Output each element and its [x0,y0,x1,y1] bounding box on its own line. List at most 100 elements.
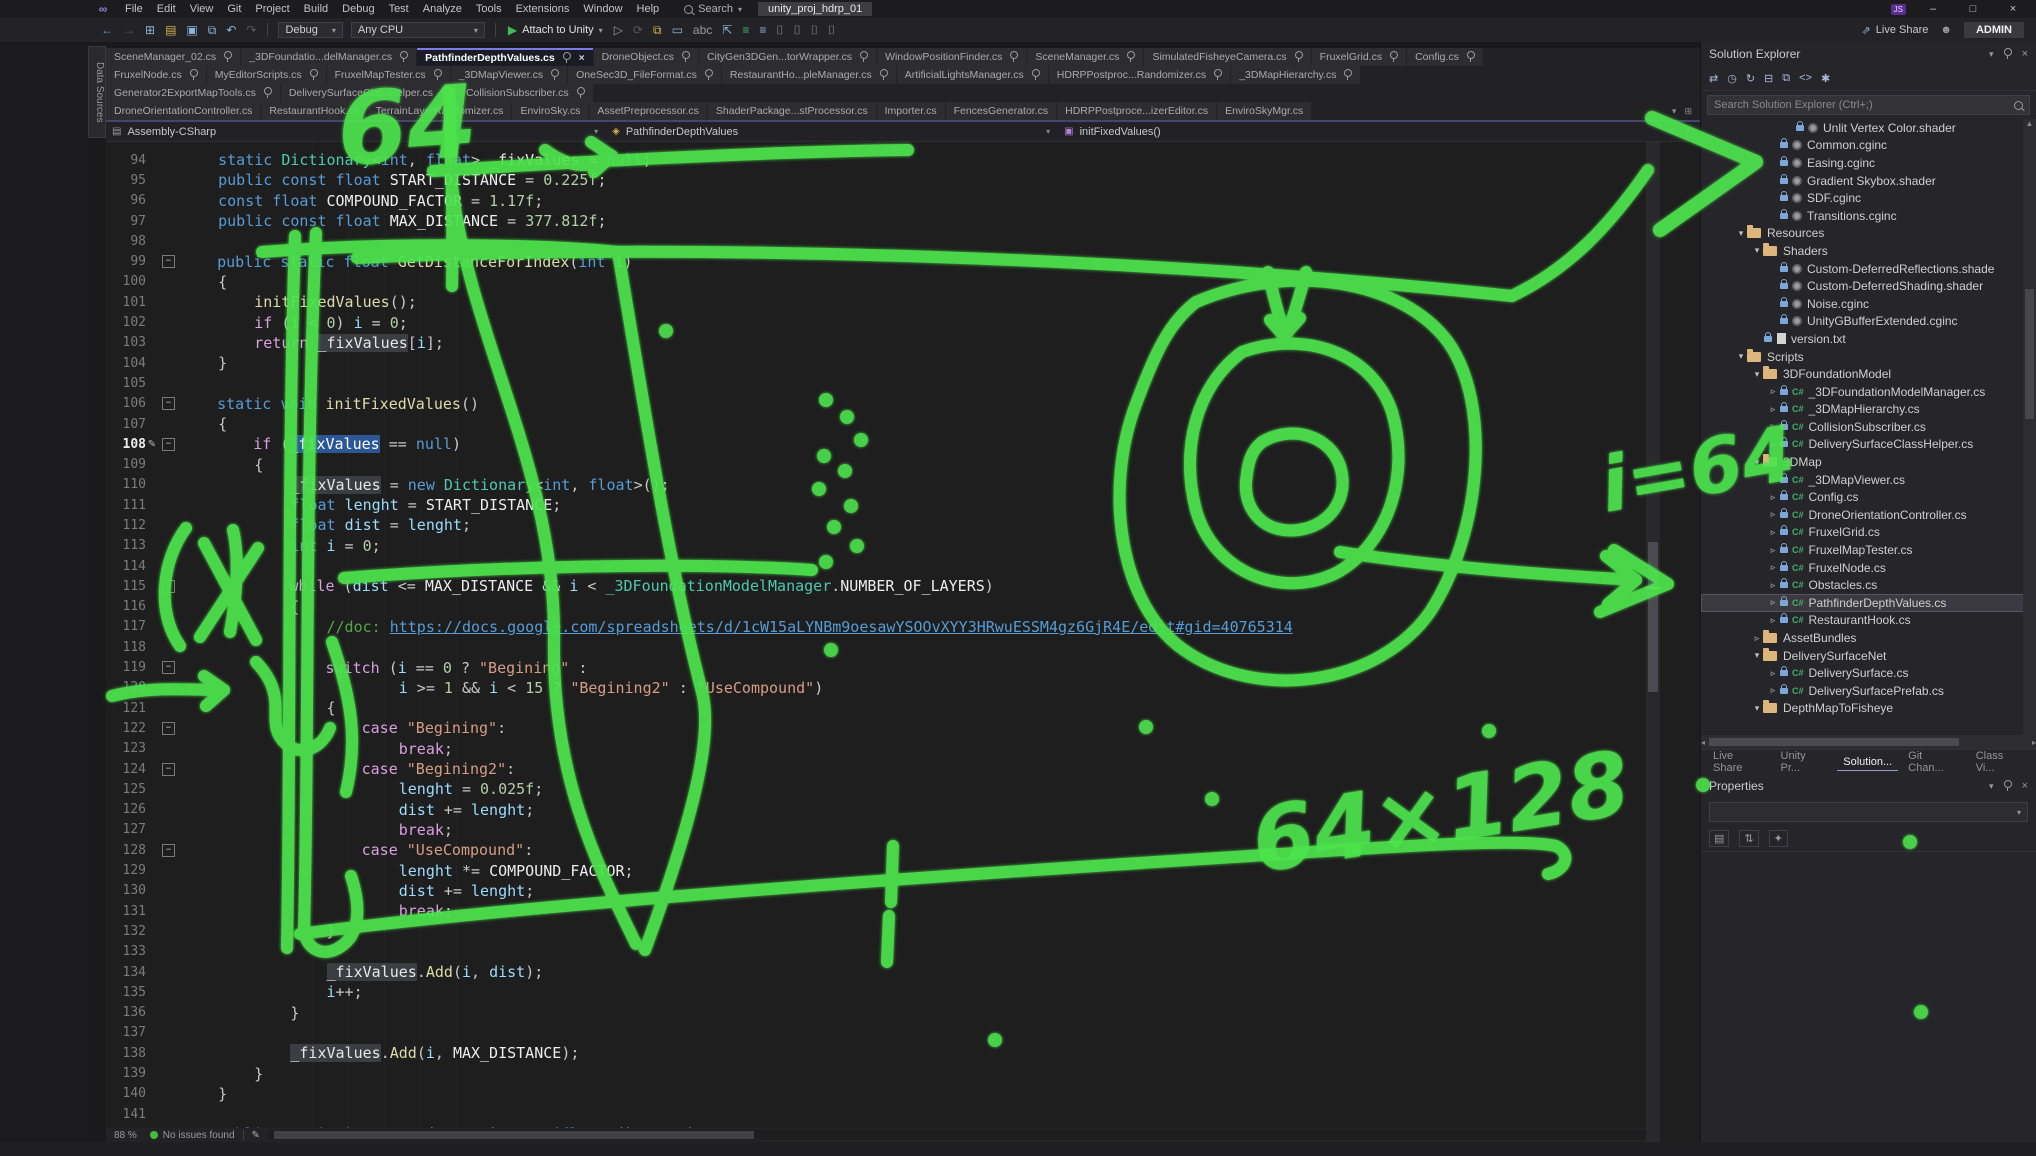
tree-item[interactable]: ▾DepthMapToFisheye [1701,700,2036,718]
tree-item[interactable]: ▾DeliverySurfaceNet [1701,647,2036,665]
menu-view[interactable]: View [183,3,221,15]
document-tab[interactable]: AssetPreprocessor.cs [589,102,707,120]
preview-window-icon[interactable]: ▭ [672,23,683,37]
menu-extensions[interactable]: Extensions [509,3,577,15]
pin-icon[interactable] [1032,69,1040,77]
document-tab[interactable]: FencesGenerator.cs [946,102,1057,120]
navigate-back-icon[interactable]: ← [101,23,113,37]
code-line-130[interactable]: 130 dist += lenght; [106,881,1646,901]
tree-item[interactable]: ▹C#FruxelMapTester.cs [1701,541,2036,559]
panel-tab-liveshare[interactable]: Live Share [1707,748,1771,776]
tree-item[interactable]: Custom-DeferredReflections.shade [1701,260,2036,278]
document-tab[interactable]: MyEditorScripts.cs [207,66,326,84]
code-line-119[interactable]: 119− switch (i == 0 ? "Begining" : [106,657,1646,677]
pin-icon[interactable] [860,51,868,59]
pin-icon[interactable] [1344,69,1352,77]
code-line-109[interactable]: 109 { [106,454,1646,474]
platform-dropdown[interactable]: Any CPU▾ [351,22,485,38]
chevron-down-icon[interactable]: ▾ [1989,781,1994,792]
code-line-123[interactable]: 123 break; [106,739,1646,759]
solution-explorer-search-box[interactable]: Search Solution Explorer (Ctrl+;) [1707,95,2030,115]
document-tab[interactable]: FruxelGrid.cs [1312,48,1406,66]
attach-to-unity-button[interactable]: ▶ Attach to Unity ▾ [508,23,603,37]
document-tab[interactable]: EnviroSkyMgr.cs [1217,102,1311,120]
code-line-141[interactable]: 141 [106,1104,1646,1124]
tree-vertical-scrollbar[interactable]: ▲ [2023,119,2036,735]
tree-item[interactable]: ▾Scripts [1701,348,2036,366]
tree-item[interactable]: ▹C#DeliverySurface.cs [1701,664,2036,682]
chevron-down-icon[interactable]: ▾ [1989,49,1994,60]
document-tab[interactable]: Importer.cs [877,102,945,120]
close-icon[interactable]: × [579,53,585,64]
code-line-126[interactable]: 126 dist += lenght; [106,800,1646,820]
tree-item[interactable]: ▹C#_3DMapHierarchy.cs [1701,401,2036,419]
document-tab[interactable]: Generator2ExportMapTools.cs [106,84,280,102]
code-line-108[interactable]: 108✎− if (_fixValues == null) [106,434,1646,454]
tree-item[interactable]: ▹C#RestaurantHook.cs [1701,612,2036,630]
pin-icon[interactable] [441,87,449,95]
alphabetical-icon[interactable]: ⇅ [1739,830,1758,847]
tree-item[interactable]: ▹C#_3DFoundationModelManager.cs [1701,383,2036,401]
pin-icon[interactable] [563,52,571,60]
undo-icon[interactable]: ↶ [226,23,236,37]
document-tab[interactable]: FruxelNode.cs [106,66,206,84]
tree-item[interactable]: UnityGBufferExtended.cginc [1701,313,2036,331]
menu-tools[interactable]: Tools [469,3,509,15]
document-tab[interactable]: SceneManager_02.cs [106,48,240,66]
view-code-icon[interactable]: <> [1799,72,1812,84]
refresh-icon[interactable]: ↻ [1746,72,1755,85]
tree-item[interactable]: ▹C#FruxelNode.cs [1701,559,2036,577]
tree-item[interactable]: ▹C#FruxelGrid.cs [1701,524,2036,542]
code-line-116[interactable]: 116 { [106,597,1646,617]
code-line-138[interactable]: 138 _fixValues.Add(i, MAX_DISTANCE); [106,1043,1646,1063]
code-line-95[interactable]: 95 public const float START_DISTANCE = 0… [106,170,1646,190]
breadcrumb-type[interactable]: ▾ ◈ PathfinderDepthValues [586,126,738,138]
tree-item[interactable]: Noise.cginc [1701,295,2036,313]
code-line-121[interactable]: 121 { [106,698,1646,718]
document-tab[interactable]: RestaurantHook.cs [261,102,366,120]
tree-item[interactable]: Transitions.cginc [1701,207,2036,225]
open-file-icon[interactable]: ▤ [165,23,176,37]
chevron-down-icon[interactable]: ▾ [1685,126,1690,137]
code-line-135[interactable]: 135 i++; [106,982,1646,1002]
tree-item[interactable]: Common.cginc [1701,137,2036,155]
editor-zoom-level[interactable]: 88 % [106,1130,145,1141]
tree-item[interactable]: Unlit Vertex Color.shader [1701,119,2036,137]
minimize-button[interactable]: – [1920,3,1946,15]
breadcrumb-member[interactable]: ▾ ▣ initFixedValues() [1038,126,1161,138]
document-tab[interactable]: DroneObject.cs [594,48,698,66]
code-line-139[interactable]: 139 } [106,1063,1646,1083]
editor-horizontal-scrollbar[interactable] [268,1130,1646,1140]
code-line-132[interactable]: 132 } [106,921,1646,941]
code-line-105[interactable]: 105 [106,373,1646,393]
pin-icon[interactable] [224,51,232,59]
document-tab[interactable]: Config.cs [1407,48,1483,66]
live-share-button[interactable]: ⇗ Live Share [1862,24,1929,37]
pin-icon[interactable] [551,69,559,77]
find-in-files-icon[interactable]: ⧉ [653,23,662,38]
close-icon[interactable]: × [2022,48,2028,60]
tree-horizontal-scrollbar[interactable]: ◂▸ [1701,735,2036,749]
code-line-114[interactable]: 114 [106,556,1646,576]
pin-icon[interactable] [264,87,272,95]
editor-vertical-scrollbar[interactable] [1646,142,1660,1142]
document-tab[interactable]: CityGen3DGen...torWrapper.cs [699,48,876,66]
pin-icon[interactable] [705,69,713,77]
document-tab[interactable]: SimulatedFisheyeCamera.cs [1144,48,1310,66]
code-line-131[interactable]: 131 break; [106,901,1646,921]
tree-item[interactable]: ▹C#PathfinderDepthValues.cs [1701,594,2036,612]
code-line-129[interactable]: 129 lenght *= COMPOUND_FACTOR; [106,860,1646,880]
pin-icon[interactable] [434,69,442,77]
document-tab[interactable]: OneSec3D_FileFormat.cs [568,66,721,84]
code-line-118[interactable]: 118 [106,637,1646,657]
menu-build[interactable]: Build [297,3,335,15]
menu-git[interactable]: Git [220,3,248,15]
tree-item[interactable]: ▹C#DroneOrientationController.cs [1701,506,2036,524]
tree-item[interactable]: ▹C#_3DMapViewer.cs [1701,471,2036,489]
menu-help[interactable]: Help [630,3,667,15]
pin-icon[interactable] [682,51,690,59]
code-line-117[interactable]: 117 //doc: https://docs.google.com/sprea… [106,617,1646,637]
tree-item[interactable]: Easing.cginc [1701,154,2036,172]
tree-item[interactable]: ▹C#CollisionSubscriber.cs [1701,418,2036,436]
document-tab[interactable]: _3DFoundatio...delManager.cs [241,48,416,66]
